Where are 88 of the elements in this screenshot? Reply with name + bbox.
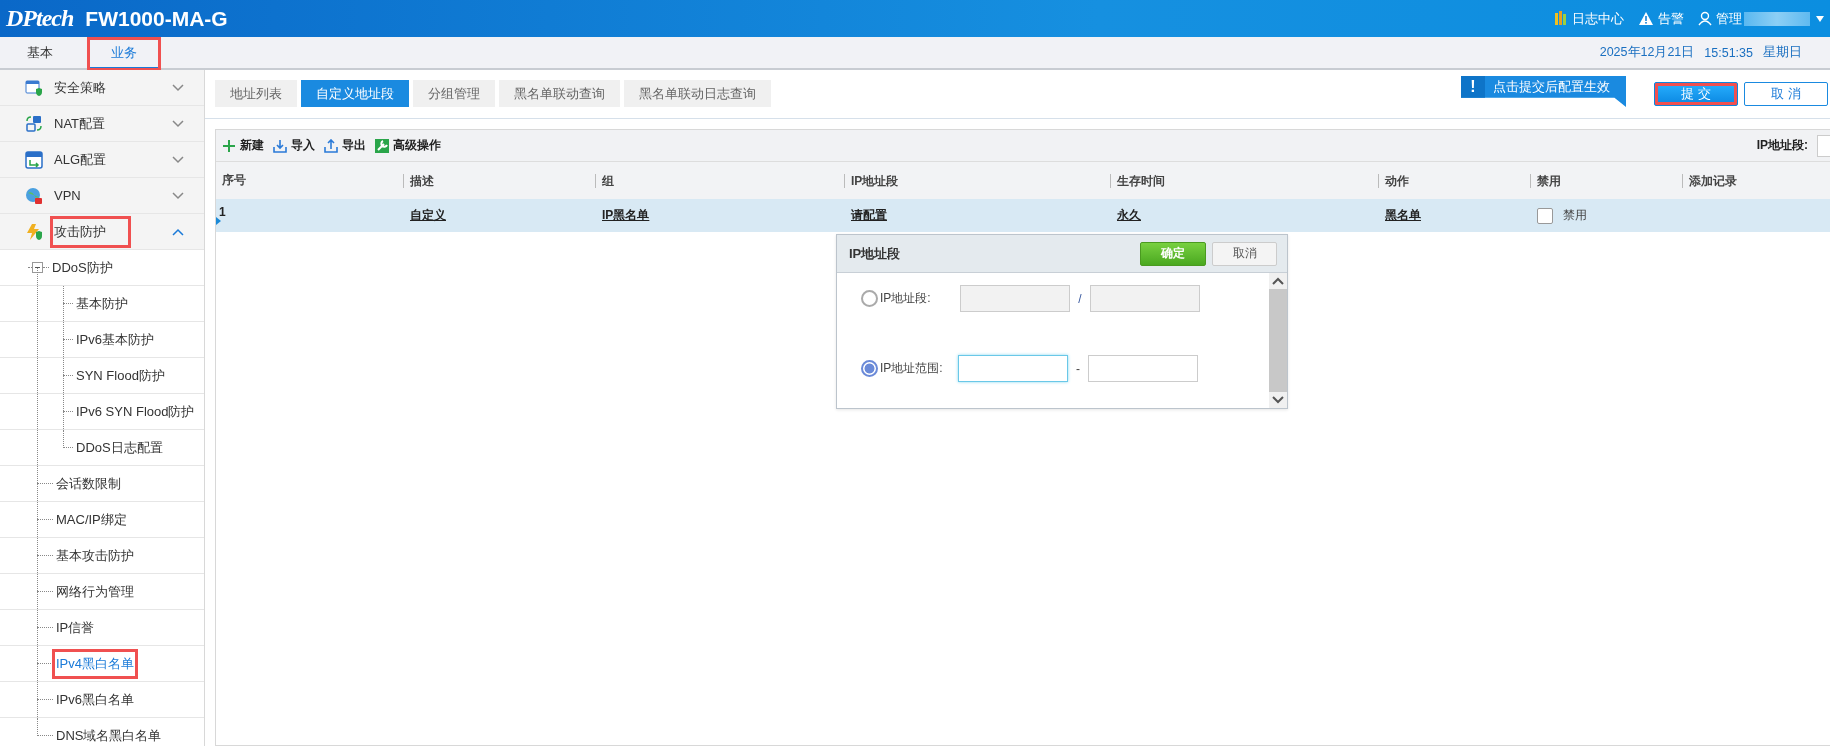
chevron-icon[interactable] [172,119,184,128]
date-text: 2025年12月21日 [1599,44,1695,61]
menu-item[interactable]: 基本防护 [73,289,131,318]
column-header: 禁用 [1530,173,1682,188]
chevron-icon[interactable] [172,227,184,236]
tab[interactable]: 地址列表 [215,80,297,107]
tab[interactable]: 黑名单联动查询 [499,80,620,107]
time-text: 15:51:35 [1704,45,1753,60]
plus-icon [222,138,236,153]
cell-link[interactable]: IP黑名单 [602,207,650,224]
toolbar-button[interactable]: 导入 [273,137,315,154]
column-header: 生存时间 [1110,173,1378,188]
separator-text: - [1075,361,1081,376]
user-icon [1698,11,1712,26]
radio-button[interactable] [861,360,878,377]
cell-link[interactable]: 自定义 [410,207,446,224]
cell-link[interactable]: 永久 [1117,207,1141,224]
scroll-down-icon[interactable] [1272,396,1284,404]
option-label: IP地址范围: [880,360,944,377]
menu-icon [25,150,43,169]
header-link[interactable]: 告警 [1638,9,1684,28]
tab[interactable]: 黑名单联动日志查询 [624,80,771,107]
chevron-icon[interactable] [172,83,184,92]
menu-icon [25,114,43,133]
blurred-username [1744,11,1810,26]
download-icon [273,138,287,153]
column-header: 组 [595,173,844,188]
menu-item[interactable]: 基本攻击防护 [53,541,137,570]
tab[interactable]: 自定义地址段 [301,80,409,107]
collapse-toggle-icon[interactable] [32,262,43,273]
column-header: 添加记录 [1682,173,1830,188]
column-header: IP地址段 [844,173,1110,188]
menu-icon [25,186,43,205]
filter-label: IP地址段: [1756,137,1808,154]
nav-tab[interactable]: 基本 [0,38,80,70]
option-label: IP地址段: [880,290,932,307]
wrench-icon [375,138,389,153]
menu-item[interactable]: 网络行为管理 [53,577,137,606]
exclamation-icon: ! [1461,76,1485,98]
separator-text: / [1077,291,1083,306]
weekday-text: 星期日 [1763,44,1802,61]
cell-link[interactable]: 请配置 [851,207,887,224]
nav-tab[interactable]: 业务 [88,38,160,70]
scrollbar[interactable] [1269,273,1287,408]
menu-item[interactable]: IPv6基本防护 [73,325,157,354]
toolbar-button[interactable]: 新建 [222,137,264,154]
menu-item[interactable]: MAC/IP绑定 [53,505,130,534]
dialog-title: IP地址段 [849,244,901,263]
toolbar-button[interactable]: 导出 [324,137,366,154]
menu-icon [25,222,43,241]
caret-icon[interactable] [1816,15,1824,22]
menu-item[interactable]: DNS域名黑白名单 [53,721,165,746]
column-header: 序号 [221,172,247,189]
filter-input[interactable] [1817,134,1830,157]
chevron-icon[interactable] [172,155,184,164]
tab[interactable]: 分组管理 [413,80,495,107]
cancel-button[interactable]: 取 消 [1744,82,1828,106]
bar-chart-icon [1554,11,1568,26]
input-field[interactable] [1088,355,1198,382]
column-header: 动作 [1378,173,1530,188]
menu-item[interactable]: DDoS日志配置 [73,433,166,462]
cell-link[interactable]: 黑名单 [1385,207,1421,224]
table-row[interactable]: 1 自定义 IP黑名单 请配置 永久 黑名单 禁用 [216,199,1830,232]
table-cell: 1 [219,204,226,219]
logo: DPtech [6,5,74,32]
warning-icon [1638,11,1654,26]
menu-item[interactable]: IPv6黑白名单 [53,685,137,714]
toolbar-button[interactable]: 高级操作 [375,137,441,154]
menu-item[interactable]: IPv4黑白名单 [53,649,137,678]
input-field[interactable] [958,355,1068,382]
notice-text: 点击提交后配置生效 [1492,78,1610,96]
checkbox-label: 禁用 [1563,207,1587,224]
menu-icon [25,78,43,97]
row-marker-icon [216,216,221,225]
column-header: 描述 [403,173,595,188]
menu-item[interactable]: 会话数限制 [53,469,124,498]
menu-item[interactable]: SYN Flood防护 [73,361,168,390]
scroll-up-icon[interactable] [1272,277,1284,285]
upload-icon [324,138,338,153]
cancel-button[interactable]: 取消 [1212,241,1277,266]
menu-item[interactable]: VPN [51,182,105,209]
device-title: FW1000-MA-G [85,6,228,31]
menu-item[interactable]: IPv6 SYN Flood防护 [73,397,198,426]
menu-item[interactable]: IP信誉 [53,613,98,642]
chevron-icon[interactable] [172,191,184,200]
header-link[interactable]: 管理 [1698,9,1742,28]
checkbox[interactable] [1537,207,1553,224]
menu-item[interactable]: DDoS防护 [49,253,116,282]
